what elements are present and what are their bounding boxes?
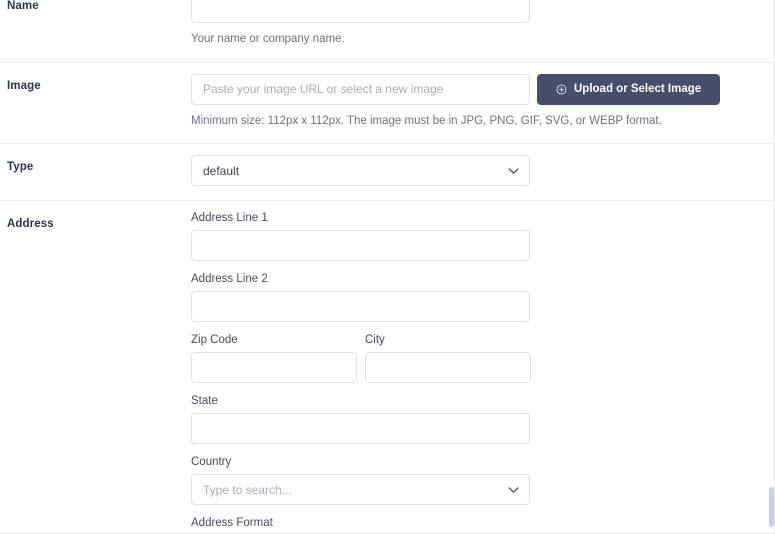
name-input[interactable] [191, 0, 530, 23]
city-label: City [365, 334, 531, 346]
form-body-image: Upload or Select Image Minimum size: 112… [191, 63, 774, 144]
address-format-label: Address Format [191, 517, 754, 529]
country-block: Country [191, 456, 754, 505]
form-label-type: Type [0, 144, 191, 173]
state-block: State [191, 395, 754, 444]
address-line-1-label: Address Line 1 [191, 212, 754, 224]
address-line-2-block: Address Line 2 [191, 273, 754, 322]
form-label-address: Address [0, 201, 191, 230]
zip-code-block: Zip Code [191, 334, 357, 383]
form-row-name: Name Your name or company name. [0, 0, 774, 63]
address-line-2-label: Address Line 2 [191, 273, 754, 285]
zip-code-input[interactable] [191, 352, 357, 383]
city-block: City [365, 334, 531, 383]
vertical-scrollbar-thumb[interactable] [769, 487, 774, 527]
country-select-wrapper[interactable] [191, 474, 530, 505]
image-helper-text: Minimum size: 112px x 112px. The image m… [191, 114, 754, 130]
form-body-type [191, 144, 774, 200]
type-select-wrapper[interactable] [191, 155, 530, 186]
state-input[interactable] [191, 413, 530, 444]
address-line-1-block: Address Line 1 [191, 212, 754, 261]
form-label-name: Name [0, 0, 191, 12]
form-body-name: Your name or company name. [191, 0, 774, 62]
upload-button-label: Upload or Select Image [574, 83, 701, 95]
name-input-clip [191, 0, 754, 23]
address-format-block: Address Format + Address Line 1 + Addres… [191, 517, 754, 534]
upload-or-select-image-button[interactable]: Upload or Select Image [537, 74, 720, 105]
form-row-image: Image Upload or Select Image Minimum siz… [0, 63, 774, 145]
image-input-group: Upload or Select Image [191, 74, 754, 105]
form-body-address: Address Line 1 Address Line 2 Zip Code C… [191, 201, 774, 534]
city-input[interactable] [365, 352, 531, 383]
address-line-2-input[interactable] [191, 291, 530, 322]
image-url-input[interactable] [191, 74, 530, 105]
address-line-1-input[interactable] [191, 230, 530, 261]
form-label-image: Image [0, 63, 191, 92]
zip-city-row: Zip Code City [191, 334, 754, 383]
form-row-address: Address Address Line 1 Address Line 2 Zi… [0, 201, 774, 534]
state-label: State [191, 395, 754, 407]
country-search-input[interactable] [191, 474, 530, 505]
type-select[interactable] [191, 155, 530, 186]
settings-form-page: Name Your name or company name. Image [0, 0, 775, 534]
name-helper-text: Your name or company name. [191, 32, 754, 48]
zip-code-label: Zip Code [191, 334, 357, 346]
country-label: Country [191, 456, 754, 468]
plus-circle-icon [556, 84, 567, 95]
form-row-type: Type [0, 144, 774, 201]
